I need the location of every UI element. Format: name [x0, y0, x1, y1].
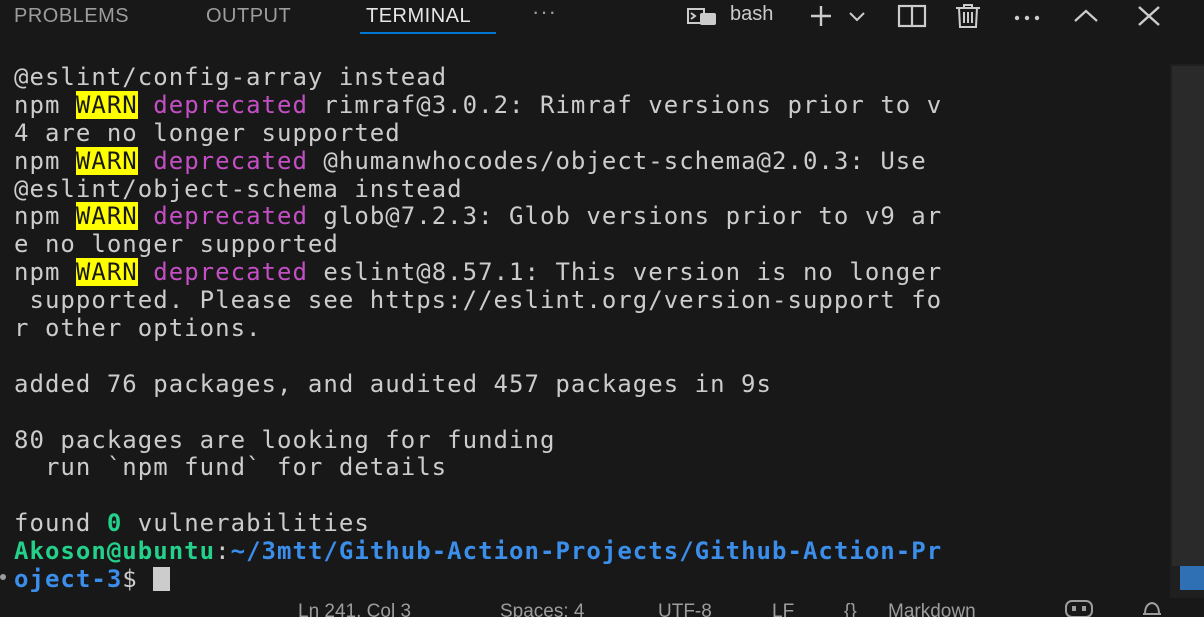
status-cursor-position[interactable]: Ln 241, Col 3 [298, 600, 411, 617]
bell-icon[interactable] [1138, 598, 1166, 617]
tab-terminal[interactable]: TERMINAL [366, 4, 471, 28]
terminal-line: supported. Please see https://eslint.org… [14, 286, 943, 315]
terminal-line: added 76 packages, and audited 457 packa… [14, 369, 772, 398]
prompt-user: Akoson@ubuntu [14, 537, 216, 566]
terminal-line: npm WARN deprecated glob@7.2.3: Glob ver… [14, 202, 943, 231]
warn-badge: WARN [75, 90, 138, 119]
plus-icon[interactable] [806, 3, 836, 35]
terminal-line: 80 packages are looking for funding [14, 425, 556, 454]
prompt-line: oject-3$ [0, 565, 1170, 594]
terminal-line: @eslint/object-schema instead [14, 174, 463, 203]
more-tabs-button[interactable]: ··· [532, 0, 557, 24]
terminal-line: npm WARN deprecated eslint@8.57.1: This … [14, 258, 943, 287]
terminal-icon[interactable] [682, 5, 722, 33]
braces-icon: {} [844, 601, 857, 617]
terminal-line: npm WARN deprecated @humanwhocodes/objec… [14, 146, 927, 175]
warn-badge: WARN [75, 258, 138, 287]
terminal-line: npm WARN deprecated rimraf@3.0.2: Rimraf… [14, 90, 943, 119]
active-tab-indicator [360, 32, 496, 34]
status-bar: Ln 241, Col 3 Spaces: 4 UTF-8 LF {} Mark… [0, 598, 1204, 617]
ellipsis-icon[interactable] [1010, 3, 1044, 35]
status-indentation[interactable]: Spaces: 4 [500, 600, 585, 617]
prompt-path: oject-3 [14, 565, 123, 594]
status-language[interactable]: Markdown [888, 600, 976, 617]
scrollbar-thumb[interactable] [1172, 66, 1204, 566]
panel-tab-bar: PROBLEMS OUTPUT TERMINAL ··· bash [0, 0, 1204, 36]
terminal-line: 4 are no longer supported [14, 118, 401, 147]
close-icon[interactable] [1134, 3, 1164, 35]
warn-badge: WARN [75, 146, 138, 175]
terminal-line: run `npm fund` for details [14, 453, 448, 482]
tab-problems[interactable]: PROBLEMS [14, 4, 129, 28]
terminal-cursor [153, 567, 171, 592]
terminal-output[interactable]: @eslint/config-array instead npm WARN de… [0, 64, 1170, 598]
prompt-path: ~/3mtt/Github-Action-Projects/Github-Act… [230, 537, 943, 566]
chevron-down-icon[interactable] [846, 3, 868, 35]
tab-output[interactable]: OUTPUT [206, 4, 291, 28]
command-decoration-icon[interactable] [0, 574, 6, 580]
scrollbar-position-marker [1180, 566, 1204, 590]
shell-name-label[interactable]: bash [730, 2, 773, 26]
split-terminal-icon[interactable] [896, 3, 928, 35]
copilot-icon[interactable] [1062, 598, 1096, 617]
terminal-line: r other options. [14, 314, 262, 343]
terminal-line: e no longer supported [14, 230, 339, 259]
trash-icon[interactable] [952, 3, 984, 35]
status-eol[interactable]: LF [772, 600, 794, 617]
terminal-line: found 0 vulnerabilities [14, 509, 370, 538]
terminal-line: @eslint/config-array instead [14, 64, 448, 91]
status-encoding[interactable]: UTF-8 [658, 600, 712, 617]
warn-badge: WARN [75, 202, 138, 231]
chevron-up-icon[interactable] [1070, 3, 1102, 35]
prompt-line: Akoson@ubuntu:~/3mtt/Github-Action-Proje… [14, 537, 943, 566]
